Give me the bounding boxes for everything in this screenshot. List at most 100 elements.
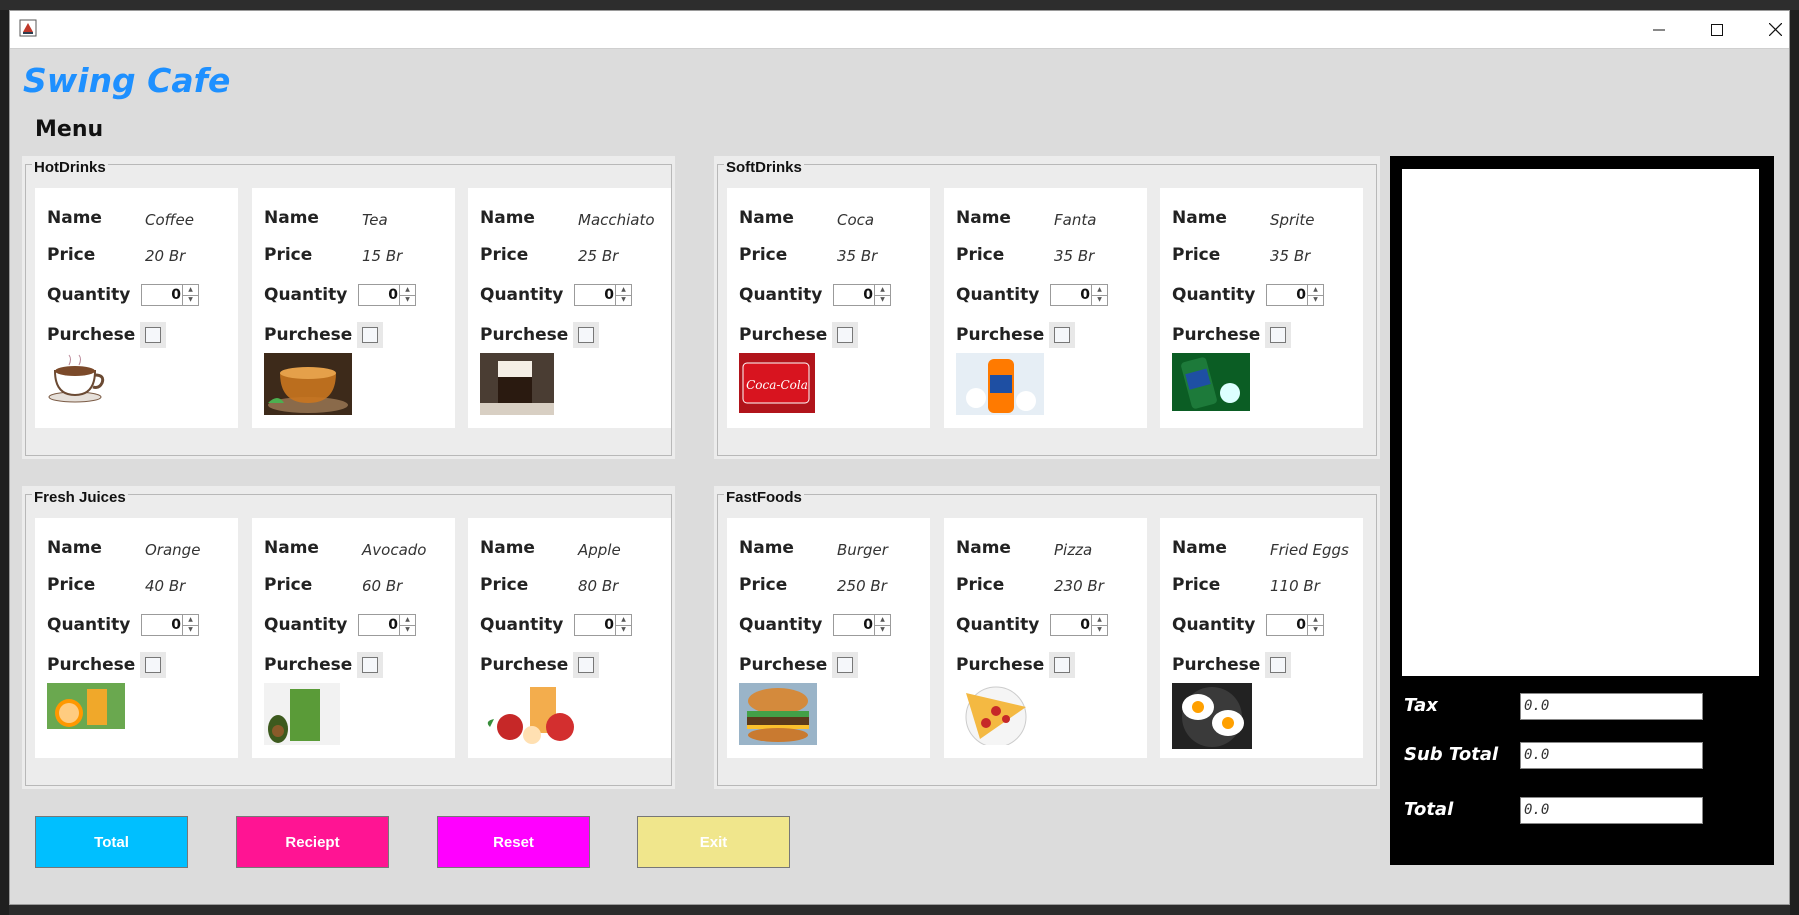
quantity-label: Quantity xyxy=(264,285,348,305)
menu-item-card-sprite: Name Sprite Price 35 Br Quantity 0 ▲ ▼ Purchese xyxy=(1160,188,1363,428)
quantity-value[interactable]: 0 xyxy=(171,617,181,633)
minimize-icon xyxy=(1653,29,1665,30)
spinner-buttons: ▲ ▼ xyxy=(874,285,890,305)
spinner-down-arrow-icon[interactable]: ▼ xyxy=(616,295,631,305)
spinner-down-arrow-icon[interactable]: ▼ xyxy=(183,295,198,305)
item-price: 35 Br xyxy=(1054,247,1095,265)
menu-item-card-apple: Name Apple Price 80 Br Quantity 0 ▲ ▼ Purchese xyxy=(468,518,671,758)
receipt-button[interactable]: Reciept xyxy=(236,816,389,868)
purchase-checkbox[interactable] xyxy=(145,327,161,343)
receipt-area[interactable] xyxy=(1402,169,1759,676)
section-title: HotDrinks xyxy=(32,159,108,176)
quantity-label: Quantity xyxy=(47,615,131,635)
purchase-checkbox[interactable] xyxy=(1054,657,1070,673)
item-price: 25 Br xyxy=(578,247,619,265)
quantity-spinner[interactable]: 0 ▲ ▼ xyxy=(358,614,416,636)
menu-item-card-burger: Name Burger Price 250 Br Quantity 0 ▲ ▼ Purchese xyxy=(727,518,930,758)
close-button[interactable] xyxy=(1746,11,1799,48)
quantity-value[interactable]: 0 xyxy=(1296,617,1306,633)
spinner-down-arrow-icon[interactable]: ▼ xyxy=(875,295,890,305)
quantity-spinner[interactable]: 0 ▲ ▼ xyxy=(1050,614,1108,636)
spinner-down-arrow-icon[interactable]: ▼ xyxy=(400,625,415,635)
spinner-down-arrow-icon[interactable]: ▼ xyxy=(1308,625,1323,635)
quantity-spinner[interactable]: 0 ▲ ▼ xyxy=(833,614,891,636)
quantity-value[interactable]: 0 xyxy=(863,287,873,303)
quantity-spinner[interactable]: 0 ▲ ▼ xyxy=(358,284,416,306)
minimize-button[interactable] xyxy=(1630,11,1688,48)
reset-button[interactable]: Reset xyxy=(437,816,590,868)
item-name: Pizza xyxy=(1054,541,1093,559)
total-field[interactable]: 0.0 xyxy=(1520,797,1703,824)
price-label: Price xyxy=(739,245,788,265)
quantity-spinner[interactable]: 0 ▲ ▼ xyxy=(141,284,199,306)
java-app-icon xyxy=(19,19,37,37)
purchase-checkbox[interactable] xyxy=(1270,657,1286,673)
fried-eggs-image xyxy=(1172,683,1252,753)
quantity-label: Quantity xyxy=(480,615,564,635)
purchase-checkbox[interactable] xyxy=(1270,327,1286,343)
purchase-checkbox[interactable] xyxy=(578,327,594,343)
spinner-down-arrow-icon[interactable]: ▼ xyxy=(1092,295,1107,305)
menu-item-card-coffee: Name Coffee Price 20 Br Quantity 0 ▲ ▼ Purchese xyxy=(35,188,238,428)
item-price: 110 Br xyxy=(1270,577,1320,595)
quantity-value[interactable]: 0 xyxy=(171,287,181,303)
quantity-spinner[interactable]: 0 ▲ ▼ xyxy=(1266,284,1324,306)
price-label: Price xyxy=(1172,575,1221,595)
section-title: FastFoods xyxy=(724,489,804,506)
purchase-checkbox[interactable] xyxy=(837,657,853,673)
quantity-spinner[interactable]: 0 ▲ ▼ xyxy=(574,614,632,636)
coca-image: Coca-Cola xyxy=(739,353,815,417)
spinner-buttons: ▲ ▼ xyxy=(1091,285,1107,305)
quantity-value[interactable]: 0 xyxy=(1296,287,1306,303)
purchase-checkbox[interactable] xyxy=(362,327,378,343)
quantity-value[interactable]: 0 xyxy=(388,287,398,303)
section-title: Fresh Juices xyxy=(32,489,128,506)
quantity-value[interactable]: 0 xyxy=(388,617,398,633)
purchase-checkbox[interactable] xyxy=(1054,327,1070,343)
purchase-label: Purchese xyxy=(956,655,1045,675)
quantity-value[interactable]: 0 xyxy=(604,287,614,303)
maximize-button[interactable] xyxy=(1688,11,1746,48)
quantity-spinner[interactable]: 0 ▲ ▼ xyxy=(1266,614,1324,636)
tax-field[interactable]: 0.0 xyxy=(1520,693,1703,720)
purchase-checkbox[interactable] xyxy=(837,327,853,343)
purchase-label: Purchese xyxy=(264,655,353,675)
quantity-label: Quantity xyxy=(1172,615,1256,635)
spinner-buttons: ▲ ▼ xyxy=(399,615,415,635)
item-name: Avocado xyxy=(362,541,427,559)
close-icon xyxy=(1768,23,1782,36)
quantity-spinner[interactable]: 0 ▲ ▼ xyxy=(833,284,891,306)
exit-button[interactable]: Exit xyxy=(637,816,790,868)
name-label: Name xyxy=(956,538,1011,558)
purchase-checkbox[interactable] xyxy=(578,657,594,673)
spinner-down-arrow-icon[interactable]: ▼ xyxy=(875,625,890,635)
spinner-buttons: ▲ ▼ xyxy=(615,615,631,635)
item-price: 40 Br xyxy=(145,577,186,595)
purchase-checkbox[interactable] xyxy=(145,657,161,673)
spinner-down-arrow-icon[interactable]: ▼ xyxy=(1092,625,1107,635)
spinner-down-arrow-icon[interactable]: ▼ xyxy=(616,625,631,635)
quantity-label: Quantity xyxy=(956,285,1040,305)
quantity-value[interactable]: 0 xyxy=(1080,287,1090,303)
quantity-spinner[interactable]: 0 ▲ ▼ xyxy=(141,614,199,636)
spinner-buttons: ▲ ▼ xyxy=(874,615,890,635)
purchase-checkbox[interactable] xyxy=(362,657,378,673)
quantity-value[interactable]: 0 xyxy=(1080,617,1090,633)
spinner-down-arrow-icon[interactable]: ▼ xyxy=(183,625,198,635)
name-label: Name xyxy=(1172,208,1227,228)
quantity-label: Quantity xyxy=(480,285,564,305)
quantity-spinner[interactable]: 0 ▲ ▼ xyxy=(1050,284,1108,306)
summary-panel: Tax 0.0 Sub Total 0.0 Total 0.0 xyxy=(1390,156,1774,865)
spinner-down-arrow-icon[interactable]: ▼ xyxy=(400,295,415,305)
quantity-value[interactable]: 0 xyxy=(604,617,614,633)
spinner-buttons: ▲ ▼ xyxy=(1307,285,1323,305)
subtotal-field[interactable]: 0.0 xyxy=(1520,742,1703,769)
total-button[interactable]: Total xyxy=(35,816,188,868)
spinner-down-arrow-icon[interactable]: ▼ xyxy=(1308,295,1323,305)
quantity-spinner[interactable]: 0 ▲ ▼ xyxy=(574,284,632,306)
purchase-label: Purchese xyxy=(47,655,136,675)
price-label: Price xyxy=(956,575,1005,595)
coffee-image xyxy=(47,353,109,407)
item-price: 60 Br xyxy=(362,577,403,595)
quantity-value[interactable]: 0 xyxy=(863,617,873,633)
